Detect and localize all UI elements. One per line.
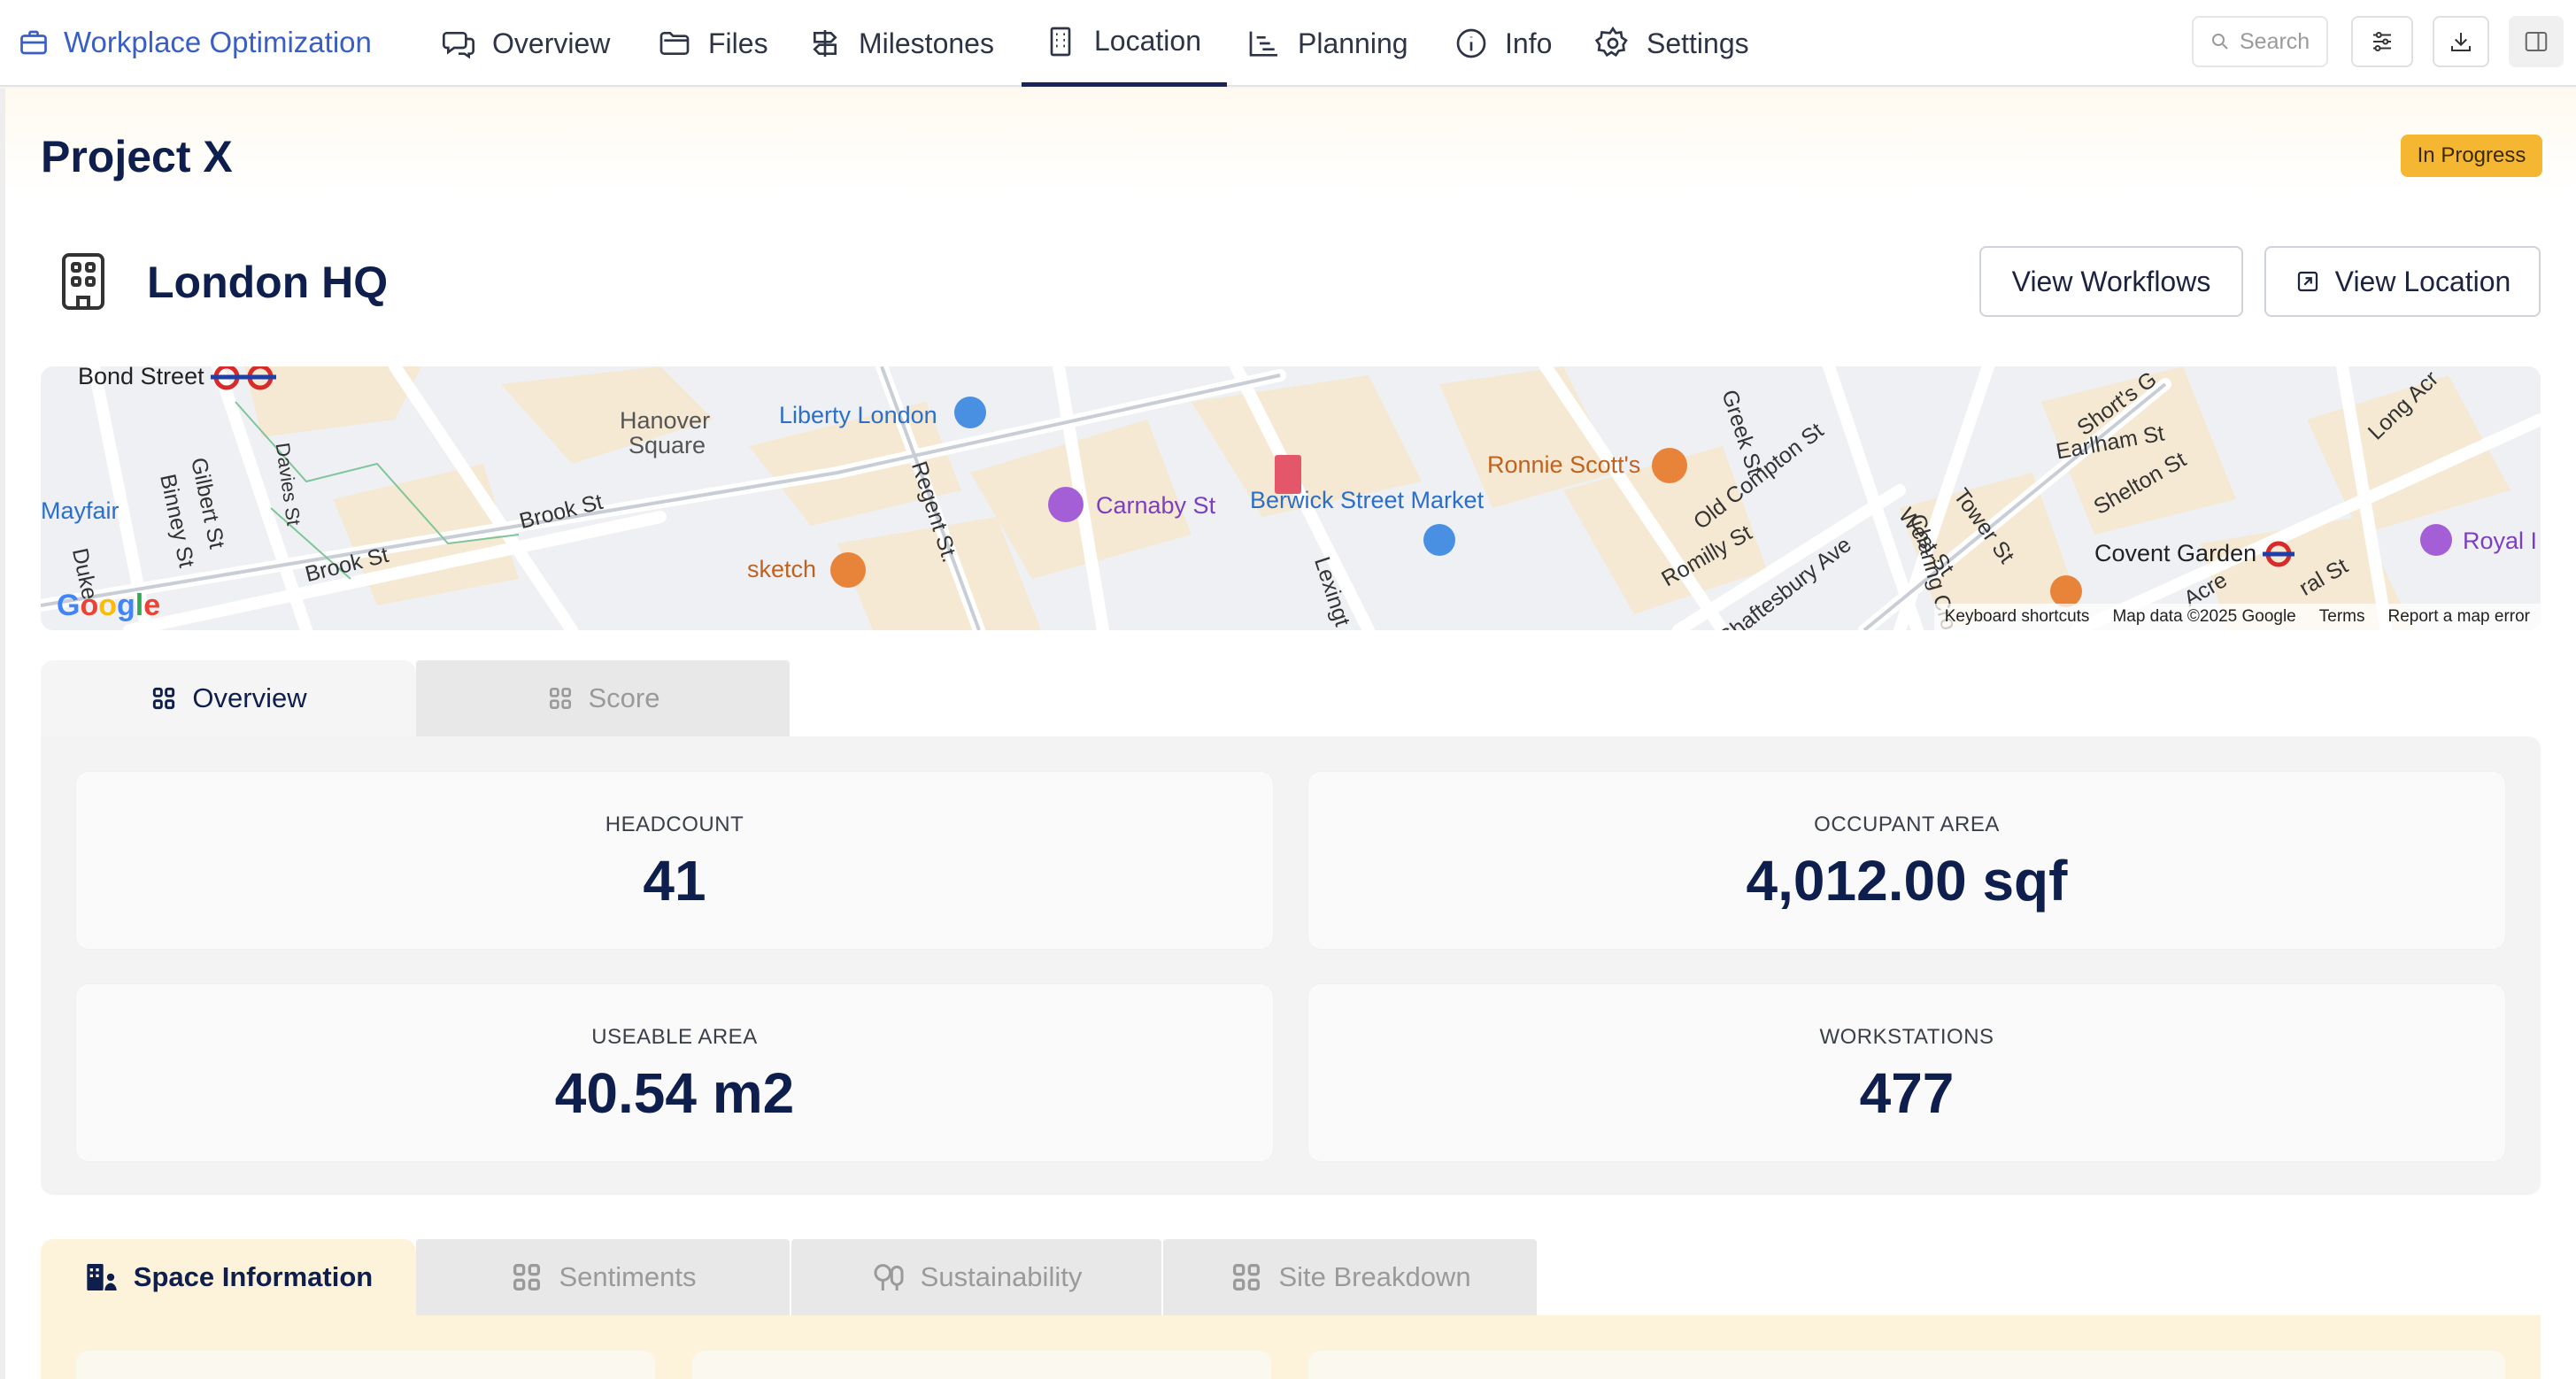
location-map[interactable]: Bond Street Liberty London Hanover Squar… bbox=[41, 366, 2541, 630]
view-location-button[interactable]: View Location bbox=[2264, 246, 2541, 317]
tab-site-breakdown[interactable]: Site Breakdown bbox=[1163, 1239, 1537, 1315]
signpost-icon bbox=[813, 30, 837, 57]
tab-location[interactable]: Location bbox=[1022, 0, 1227, 87]
download-icon bbox=[2451, 33, 2471, 51]
stat-value: 41 bbox=[643, 849, 706, 913]
view-location-label: View Location bbox=[2334, 265, 2511, 297]
stats-panel: HEADCOUNT 41 OCCUPANT AREA 4,012.00 sqf … bbox=[41, 736, 2541, 1195]
stat-label: OCCUPANT AREA bbox=[1814, 813, 2000, 836]
map-label-berwick: Berwick Street Market bbox=[1250, 487, 1485, 513]
info-card bbox=[1308, 1351, 2505, 1379]
map-label-square: Square bbox=[629, 432, 706, 458]
tab-site-breakdown-label: Site Breakdown bbox=[1278, 1261, 1471, 1292]
map-label-royal: Royal I bbox=[2463, 528, 2538, 554]
tab-stats-overview[interactable]: Overview bbox=[41, 660, 416, 736]
stat-value: 4,012.00 sqf bbox=[1746, 849, 2068, 913]
tab-score[interactable]: Score bbox=[416, 660, 790, 736]
location-title: London HQ bbox=[147, 258, 389, 307]
tab-planning[interactable]: Planning bbox=[1246, 0, 1408, 87]
search-icon bbox=[2212, 34, 2228, 50]
project-title: Project X bbox=[41, 132, 233, 181]
brand[interactable]: Workplace Optimization bbox=[18, 19, 372, 65]
stat-label: WORKSTATIONS bbox=[1819, 1025, 1994, 1049]
download-button[interactable] bbox=[2433, 16, 2489, 67]
map-terms-link[interactable]: Terms bbox=[2319, 607, 2365, 627]
grid-icon bbox=[513, 1264, 541, 1290]
google-logo: Google bbox=[57, 589, 161, 622]
map-label-covent-garden: Covent Garden bbox=[2094, 540, 2257, 566]
tab-milestones-label: Milestones bbox=[859, 27, 994, 59]
filter-button[interactable] bbox=[2351, 16, 2413, 67]
folder-icon bbox=[659, 32, 690, 55]
tab-space-information-label: Space Information bbox=[133, 1261, 374, 1292]
map-label-hanover: Hanover bbox=[620, 407, 711, 434]
tab-overview[interactable]: Overview bbox=[441, 0, 610, 87]
tab-milestones[interactable]: Milestones bbox=[807, 0, 994, 87]
map-label-liberty: Liberty London bbox=[779, 402, 937, 428]
top-nav: Workplace Optimization Overview Files Mi… bbox=[0, 0, 2576, 87]
grid-icon bbox=[549, 688, 571, 709]
map-label-carnaby: Carnaby St bbox=[1096, 492, 1216, 519]
brand-name: Workplace Optimization bbox=[64, 26, 372, 58]
tab-planning-label: Planning bbox=[1298, 27, 1408, 59]
tab-score-label: Score bbox=[588, 682, 660, 713]
search-input[interactable]: Search bbox=[2192, 16, 2328, 67]
stat-value: 477 bbox=[1859, 1061, 1955, 1125]
map-label-sketch: sketch bbox=[747, 556, 817, 582]
map-label-ronnie: Ronnie Scott's bbox=[1487, 451, 1641, 478]
sidebar-toggle-button[interactable] bbox=[2509, 16, 2564, 67]
tab-space-information[interactable]: Space Information bbox=[41, 1239, 416, 1315]
map-data-attribution: Map data ©2025 Google bbox=[2112, 607, 2296, 626]
tab-sentiments-label: Sentiments bbox=[559, 1261, 697, 1292]
map-label-mayfair: Mayfair bbox=[41, 497, 120, 524]
tab-overview-label: Overview bbox=[492, 27, 611, 59]
stat-card-useable-area: USEABLE AREA 40.54 m2 bbox=[76, 984, 1273, 1161]
building-icon bbox=[1050, 27, 1071, 56]
view-workflows-button[interactable]: View Workflows bbox=[1979, 246, 2243, 317]
tab-info[interactable]: Info bbox=[1454, 0, 1552, 87]
tab-sentiments[interactable]: Sentiments bbox=[416, 1239, 790, 1315]
info-card bbox=[76, 1351, 655, 1379]
tab-files[interactable]: Files bbox=[657, 0, 768, 87]
sliders-icon bbox=[2373, 32, 2391, 51]
gear-icon bbox=[1595, 26, 1628, 58]
tab-sustainability[interactable]: Sustainability bbox=[791, 1239, 1161, 1315]
external-link-icon bbox=[2297, 271, 2318, 292]
sidebar-icon bbox=[2525, 32, 2548, 51]
info-icon bbox=[1456, 28, 1486, 58]
map-label-bond-street: Bond Street bbox=[78, 366, 204, 389]
tab-files-label: Files bbox=[708, 27, 768, 59]
view-workflows-label: View Workflows bbox=[2011, 265, 2211, 297]
map-report-error-link[interactable]: Report a map error bbox=[2387, 607, 2530, 627]
building-icon bbox=[62, 253, 104, 310]
tab-stats-overview-label: Overview bbox=[192, 682, 307, 713]
info-card bbox=[692, 1351, 1271, 1379]
tab-settings-label: Settings bbox=[1647, 27, 1749, 59]
tab-info-label: Info bbox=[1505, 27, 1553, 59]
stat-label: USEABLE AREA bbox=[591, 1025, 758, 1049]
map-keyboard-shortcuts[interactable]: Keyboard shortcuts bbox=[1945, 607, 2090, 627]
chat-icon bbox=[443, 32, 474, 59]
status-badge: In Progress bbox=[2401, 135, 2542, 177]
trees-icon bbox=[874, 1264, 904, 1290]
building-people-icon bbox=[87, 1264, 117, 1290]
search-placeholder: Search bbox=[2240, 28, 2310, 54]
tab-sustainability-label: Sustainability bbox=[920, 1261, 1083, 1292]
briefcase-icon bbox=[20, 30, 47, 55]
stat-label: HEADCOUNT bbox=[605, 813, 744, 836]
grid-icon bbox=[153, 687, 175, 710]
tab-settings[interactable]: Settings bbox=[1595, 0, 1749, 87]
stat-card-occupant-area: OCCUPANT AREA 4,012.00 sqf bbox=[1308, 772, 2505, 949]
stat-card-headcount: HEADCOUNT 41 bbox=[76, 772, 1273, 949]
space-information-panel bbox=[41, 1315, 2541, 1379]
grid-icon bbox=[1233, 1264, 1261, 1290]
gantt-icon bbox=[1249, 31, 1277, 57]
stat-value: 40.54 m2 bbox=[554, 1061, 795, 1125]
tab-location-label: Location bbox=[1094, 25, 1201, 57]
stat-card-workstations: WORKSTATIONS 477 bbox=[1308, 984, 2505, 1161]
map-footer: Keyboard shortcuts Map data ©2025 Google… bbox=[1933, 604, 2541, 630]
